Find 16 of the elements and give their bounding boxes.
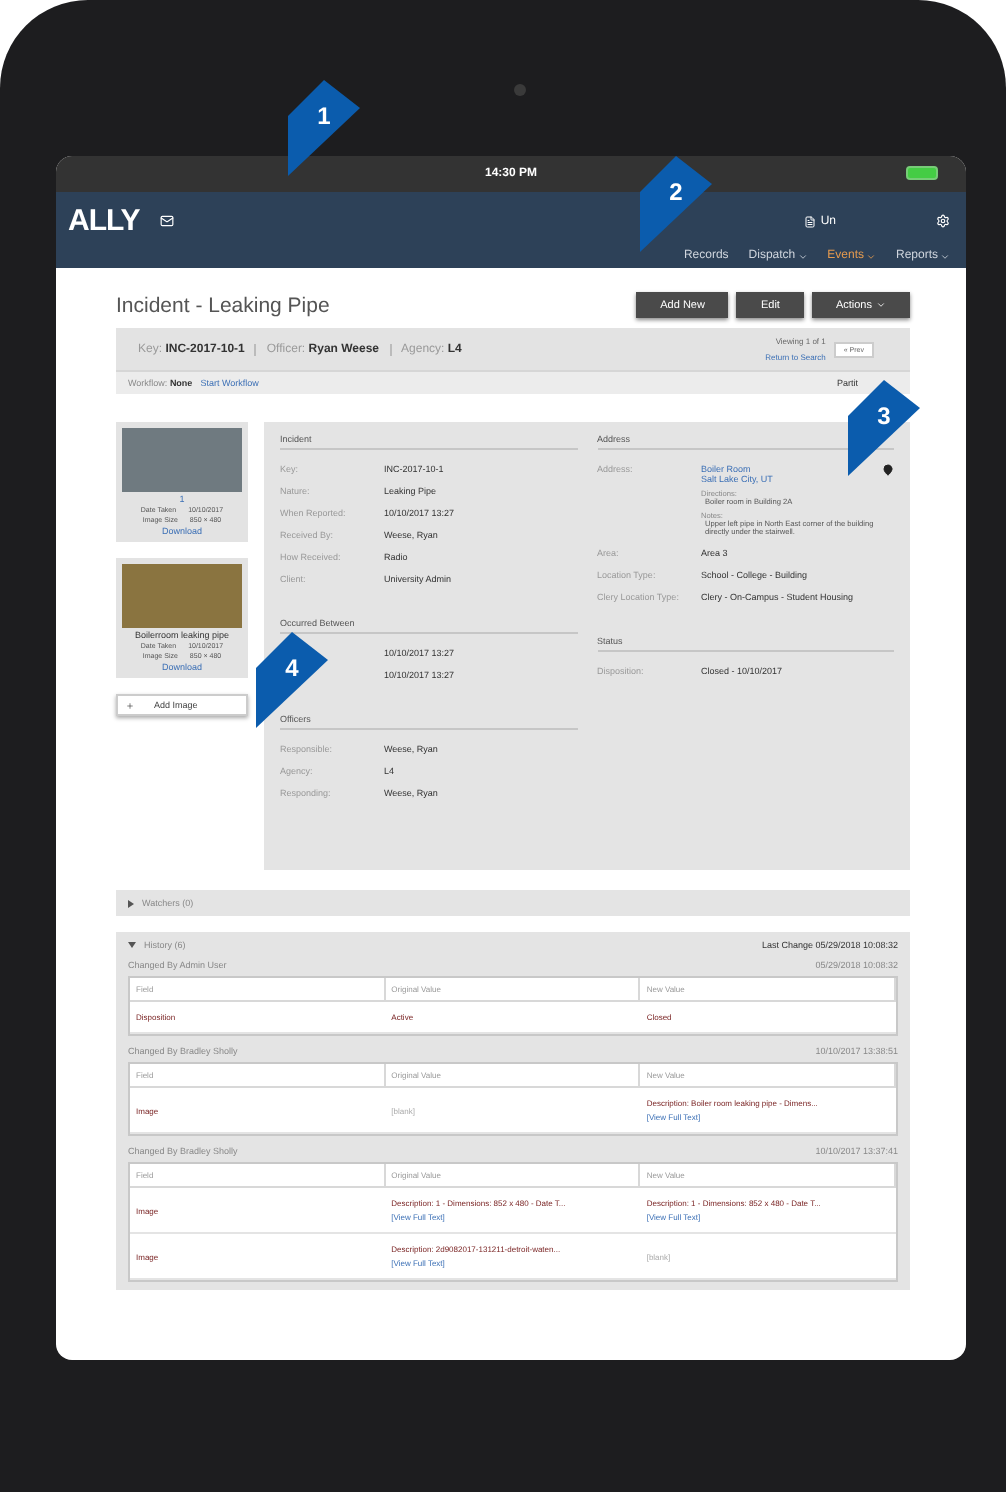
photo-placeholder	[122, 564, 242, 628]
page-title: Incident - Leaking Pipe	[116, 293, 332, 317]
document-icon	[804, 215, 817, 227]
caret-icon	[940, 251, 950, 261]
map-pin-icon[interactable]	[882, 464, 894, 476]
caret-icon	[797, 251, 808, 261]
photo-placeholder	[122, 428, 242, 492]
camera-dot	[513, 84, 525, 96]
caret-icon	[865, 251, 876, 261]
app-logo: ALLY	[68, 204, 140, 238]
caret-icon	[876, 300, 886, 310]
battery-icon	[906, 166, 938, 180]
plus-icon	[126, 701, 134, 709]
mail-icon[interactable]	[159, 214, 174, 228]
expand-arrow-icon[interactable]	[128, 942, 136, 948]
settings-icon[interactable]	[936, 214, 950, 228]
